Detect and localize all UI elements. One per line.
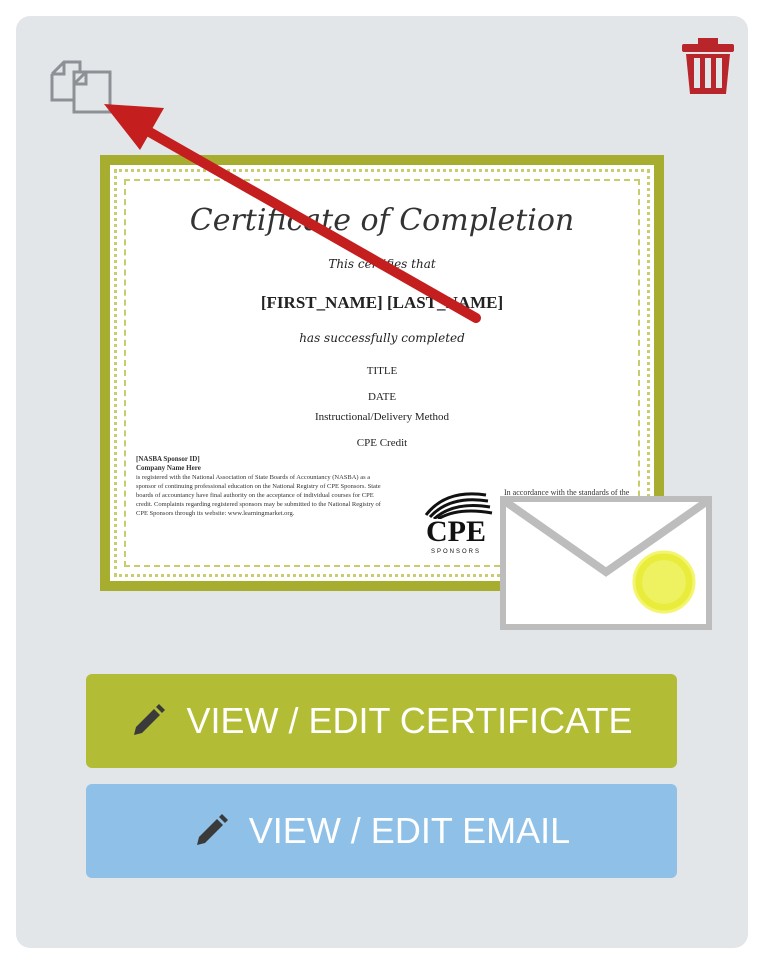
- envelope-icon: [500, 496, 712, 630]
- certificate-recipient-name: [FIRST_NAME] [LAST_NAME]: [260, 293, 504, 312]
- certificate-sponsor-statement: [NASBA Sponsor ID] Company Name Here is …: [136, 455, 386, 518]
- copy-icon[interactable]: [44, 44, 118, 118]
- cpe-logo-flag-icon: [424, 492, 493, 521]
- certificate-delivery-method: Instructional/Delivery Method: [314, 411, 450, 423]
- certificate-completed-text: has successfully completed: [299, 331, 465, 345]
- sponsor-company-name: Company Name Here: [136, 464, 201, 472]
- certificate-certifies-text: This certifies that: [328, 257, 436, 271]
- view-edit-certificate-button[interactable]: VIEW / EDIT CERTIFICATE: [86, 674, 677, 768]
- view-edit-email-button[interactable]: VIEW / EDIT EMAIL: [86, 784, 677, 878]
- cpe-sponsors-logo: CPE SPONSORS: [416, 485, 496, 563]
- certificate-title: Certificate of Completion: [189, 203, 575, 238]
- certificate-date: DATE: [367, 391, 397, 403]
- sponsor-id-heading: [NASBA Sponsor ID]: [136, 455, 200, 463]
- view-edit-email-label: VIEW / EDIT EMAIL: [248, 810, 571, 851]
- sponsor-statement-body: is registered with the National Associat…: [136, 474, 381, 517]
- cpe-logo-text: CPE: [426, 515, 486, 548]
- trash-icon[interactable]: [680, 36, 736, 96]
- cpe-logo-subtext: SPONSORS: [430, 549, 481, 555]
- pencil-icon: [134, 704, 166, 735]
- view-edit-certificate-label: VIEW / EDIT CERTIFICATE: [186, 700, 633, 741]
- pencil-icon: [196, 814, 228, 845]
- certificate-cpe-credit: CPE Credit: [356, 437, 408, 449]
- certificate-template-card: Certificate of Completion This certifies…: [16, 16, 748, 948]
- certificate-course-title: TITLE: [366, 365, 398, 377]
